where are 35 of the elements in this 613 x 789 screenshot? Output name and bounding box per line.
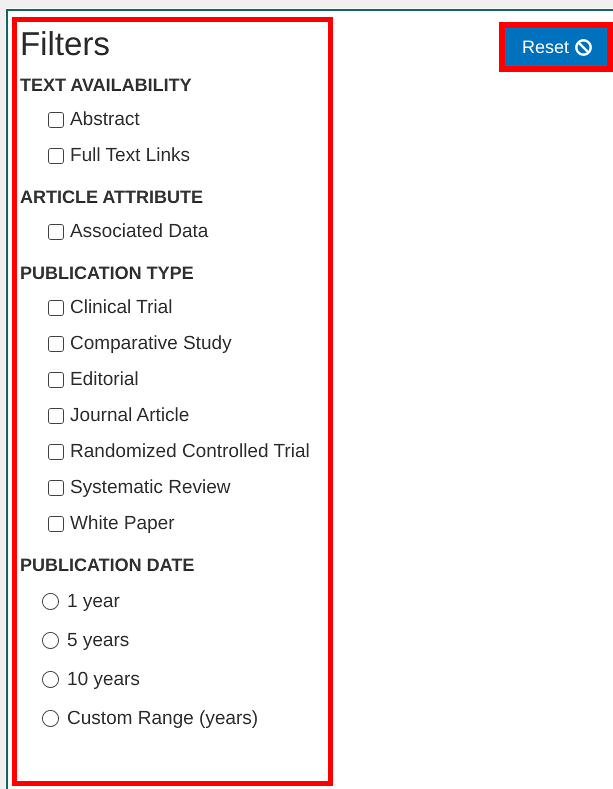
radio-label[interactable]: 5 years xyxy=(67,628,130,654)
checkbox-label[interactable]: Associated Data xyxy=(70,219,208,245)
section-heading: ARTICLE ATTRIBUTE xyxy=(20,186,204,209)
checkbox-label[interactable]: Journal Article xyxy=(70,403,190,429)
checkbox[interactable] xyxy=(48,408,64,424)
checkbox[interactable] xyxy=(48,444,64,460)
radio-label[interactable]: Custom Range (years) xyxy=(67,706,258,732)
radio-button[interactable] xyxy=(42,671,59,688)
checkbox-label[interactable]: Randomized Controlled Trial xyxy=(70,439,310,465)
checkbox-label[interactable]: Systematic Review xyxy=(70,475,230,501)
checkbox-label[interactable]: Full Text Links xyxy=(70,143,190,169)
checkbox[interactable] xyxy=(48,480,64,496)
checkbox-label[interactable]: Comparative Study xyxy=(70,331,232,357)
checkbox[interactable] xyxy=(48,336,64,352)
checkbox-label[interactable]: Clinical Trial xyxy=(70,295,172,321)
radio-button[interactable] xyxy=(42,593,59,610)
checkbox[interactable] xyxy=(48,372,64,388)
checkbox[interactable] xyxy=(48,300,64,316)
radio-label[interactable]: 10 years xyxy=(67,666,140,692)
checkbox-label[interactable]: White Paper xyxy=(70,511,175,537)
radio-button[interactable] xyxy=(42,710,59,727)
section-heading: PUBLICATION DATE xyxy=(20,554,196,577)
radio-label[interactable]: 1 year xyxy=(67,588,120,614)
section-heading: PUBLICATION TYPE xyxy=(20,262,195,285)
checkbox[interactable] xyxy=(48,516,64,532)
checkbox[interactable] xyxy=(48,112,64,128)
checkbox[interactable] xyxy=(48,224,64,240)
ban-icon xyxy=(574,38,593,56)
radio-button[interactable] xyxy=(42,632,59,649)
filters-title: Filters xyxy=(20,24,111,64)
checkbox-label[interactable]: Abstract xyxy=(70,107,140,133)
reset-button[interactable]: Reset xyxy=(504,28,607,66)
checkbox-label[interactable]: Editorial xyxy=(70,367,139,393)
checkbox[interactable] xyxy=(48,148,64,164)
section-heading: TEXT AVAILABILITY xyxy=(20,74,193,97)
